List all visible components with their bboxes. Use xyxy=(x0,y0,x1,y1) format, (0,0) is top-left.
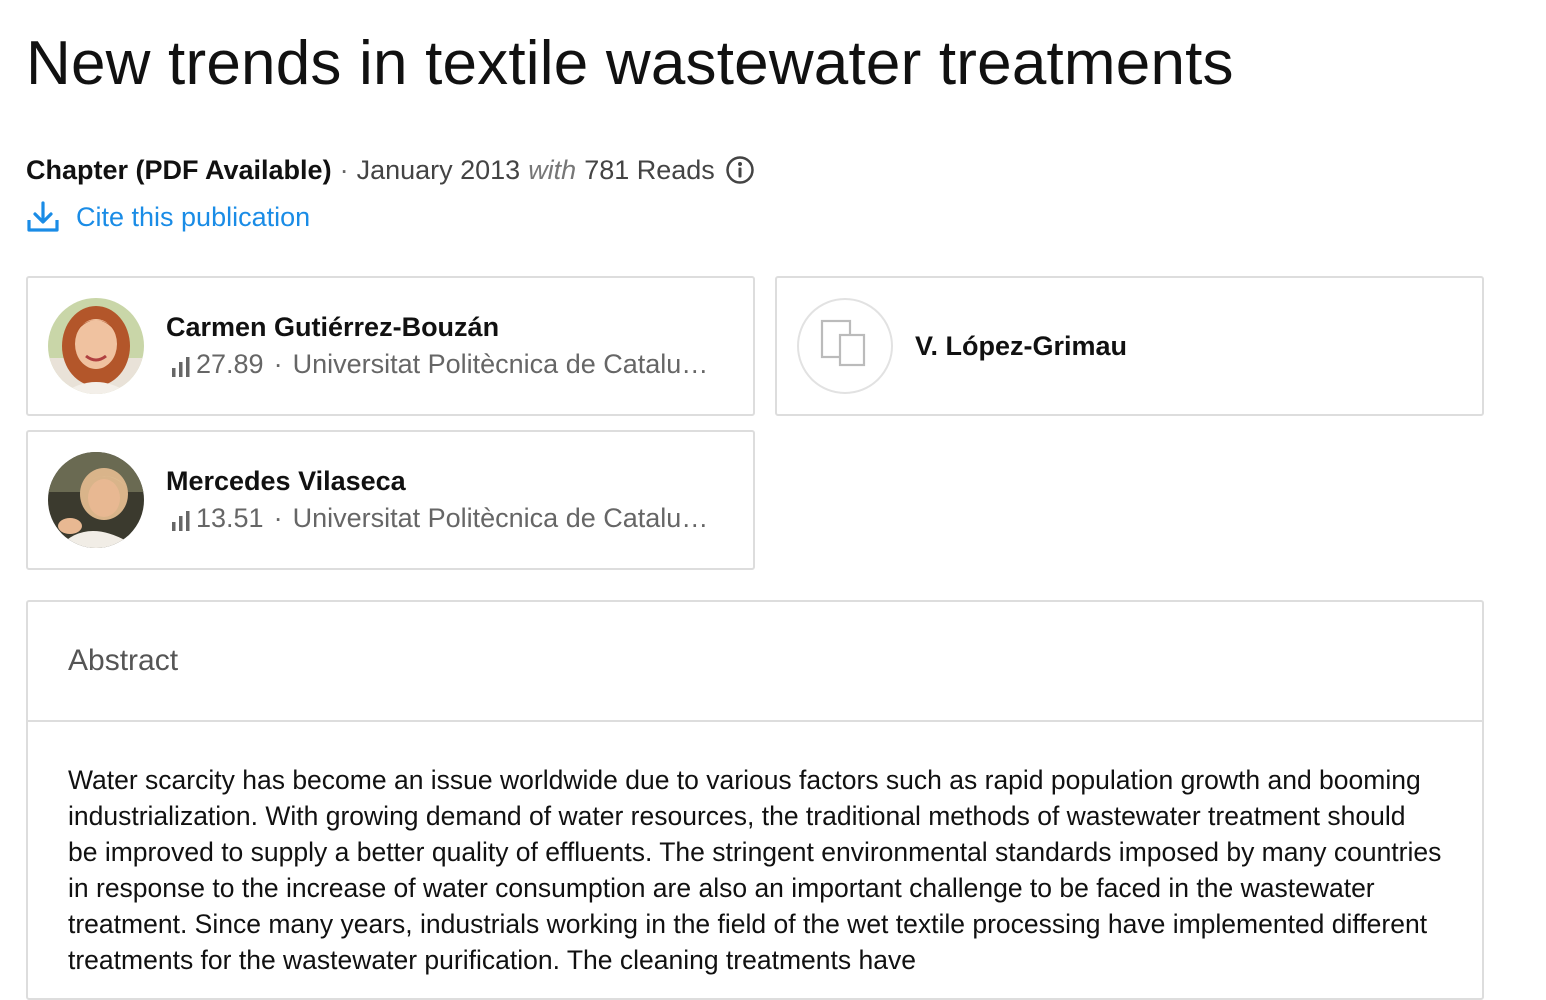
info-circle-icon[interactable] xyxy=(725,155,755,185)
separator: · xyxy=(273,349,283,379)
score-bars-icon xyxy=(170,354,194,377)
placeholder-avatar-icon xyxy=(819,318,871,375)
author-name[interactable]: Carmen Gutiérrez-Bouzán xyxy=(166,312,713,343)
author-avatar-placeholder[interactable] xyxy=(797,298,893,394)
download-icon xyxy=(26,200,60,234)
abstract-text: Water scarcity has become an issue world… xyxy=(68,765,1442,975)
with-label: with xyxy=(528,154,577,185)
author-institution: Universitat Politècnica de Catalunya xyxy=(292,349,713,379)
author-avatar[interactable] xyxy=(48,298,144,394)
cite-publication-button[interactable]: Cite this publication xyxy=(26,198,310,236)
author-score: 13.51 xyxy=(196,503,264,533)
author-name[interactable]: Mercedes Vilaseca xyxy=(166,466,713,497)
author-card-mercedes-vilaseca[interactable]: Mercedes Vilaseca 13.51 · Universitat Po… xyxy=(26,430,755,570)
abstract-heading: Abstract xyxy=(28,602,1482,722)
author-details: 27.89 · Universitat Politècnica de Catal… xyxy=(166,349,713,380)
author-card-v-lopez-grimau[interactable]: V. López-Grimau xyxy=(775,276,1484,416)
abstract-card: Abstract Water scarcity has become an is… xyxy=(26,600,1484,1000)
meta-separator: · xyxy=(339,154,349,185)
separator: · xyxy=(273,503,283,533)
publication-title: New trends in textile wastewater treatme… xyxy=(26,29,1234,98)
reads-count: 781 Reads xyxy=(584,154,715,185)
author-name[interactable]: V. López-Grimau xyxy=(915,331,1127,362)
publication-type: Chapter (PDF Available) xyxy=(26,154,332,185)
publication-date: January 2013 xyxy=(356,154,521,185)
author-score: 27.89 xyxy=(196,349,264,379)
score-bars-icon xyxy=(170,508,194,531)
author-details: 13.51 · Universitat Politècnica de Catal… xyxy=(166,503,713,534)
author-avatar[interactable] xyxy=(48,452,144,548)
publication-meta: Chapter (PDF Available) · January 2013 w… xyxy=(26,152,755,188)
author-card-carmen-gutierrez-bouzan[interactable]: Carmen Gutiérrez-Bouzán 27.89 · Universi… xyxy=(26,276,755,416)
author-institution: Universitat Politècnica de Catalunya xyxy=(292,503,713,533)
cite-label: Cite this publication xyxy=(76,201,311,232)
